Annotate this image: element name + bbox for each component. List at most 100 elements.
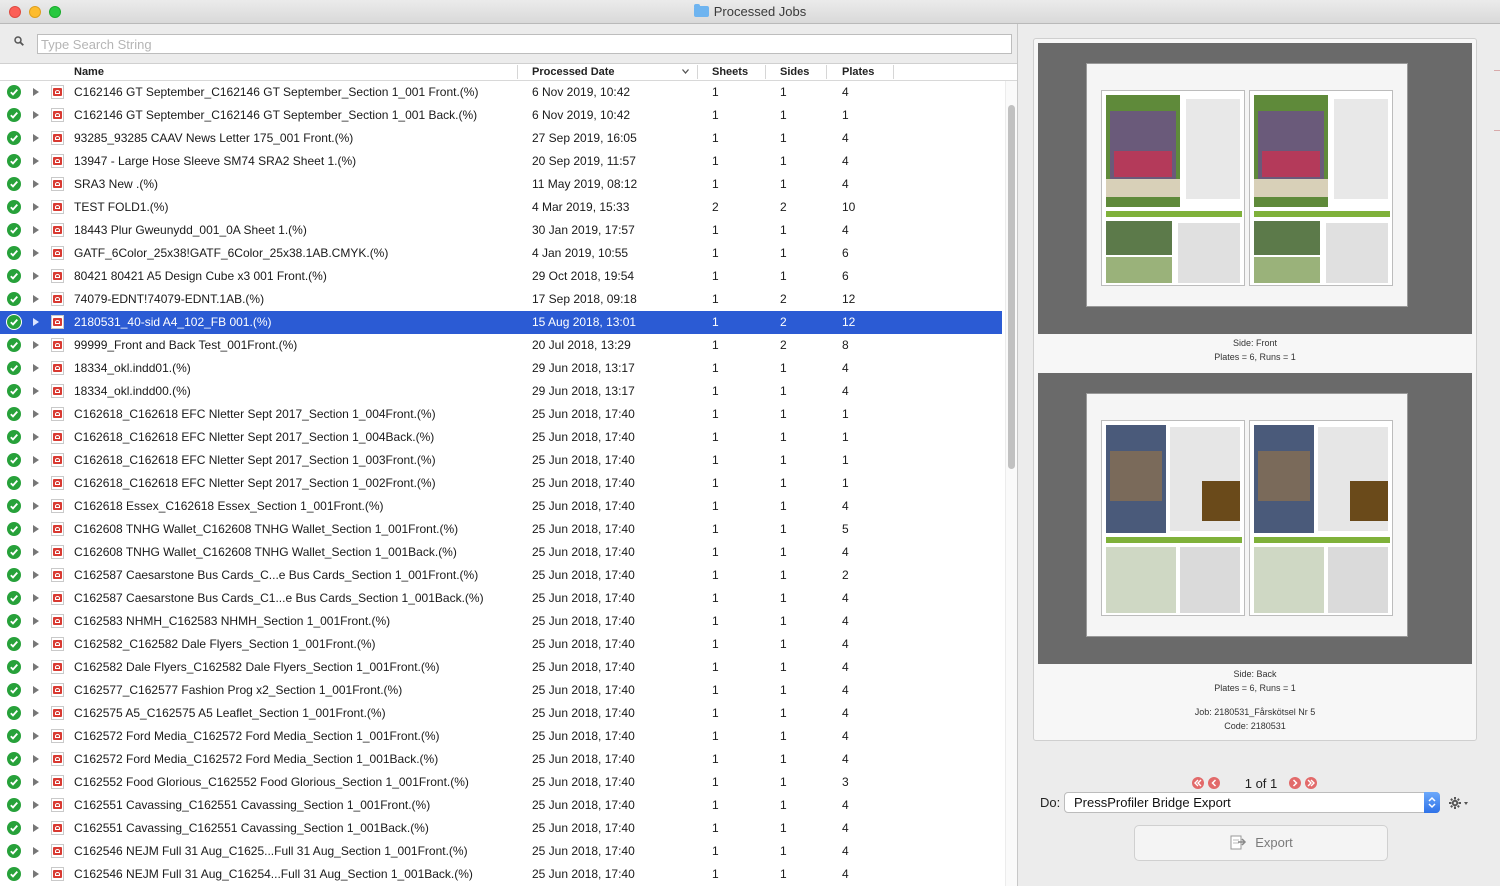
table-row[interactable]: C162618_C162618 EFC Nletter Sept 2017_Se… [0, 426, 1002, 449]
table-row[interactable]: C162608 TNHG Wallet_C162608 TNHG Wallet_… [0, 518, 1002, 541]
disclosure-triangle-icon[interactable] [33, 341, 39, 349]
table-row[interactable]: C162572 Ford Media_C162572 Ford Media_Se… [0, 748, 1002, 771]
table-row[interactable]: 93285_93285 CAAV News Letter 175_001 Fro… [0, 127, 1002, 150]
table-row[interactable]: C162618 Essex_C162618 Essex_Section 1_00… [0, 495, 1002, 518]
scrollbar-thumb[interactable] [1008, 105, 1015, 469]
export-button[interactable]: Export [1134, 825, 1388, 861]
disclosure-triangle-icon[interactable] [33, 686, 39, 694]
column-separator[interactable] [517, 65, 518, 79]
disclosure-triangle-icon[interactable] [33, 525, 39, 533]
column-header-processed-date[interactable]: Processed Date [532, 66, 615, 79]
table-row[interactable]: C162551 Cavassing_C162551 Cavassing_Sect… [0, 794, 1002, 817]
table-row[interactable]: C162146 GT September_C162146 GT Septembe… [0, 104, 1002, 127]
disclosure-triangle-icon[interactable] [33, 732, 39, 740]
disclosure-triangle-icon[interactable] [33, 663, 39, 671]
table-row[interactable]: C162577_C162577 Fashion Prog x2_Section … [0, 679, 1002, 702]
table-row[interactable]: C162582 Dale Flyers_C162582 Dale Flyers_… [0, 656, 1002, 679]
column-header-sides[interactable]: Sides [780, 66, 809, 79]
column-header-name[interactable]: Name [74, 66, 104, 79]
disclosure-triangle-icon[interactable] [33, 295, 39, 303]
table-row[interactable]: C162608 TNHG Wallet_C162608 TNHG Wallet_… [0, 541, 1002, 564]
table-row[interactable]: C162618_C162618 EFC Nletter Sept 2017_Se… [0, 449, 1002, 472]
disclosure-triangle-icon[interactable] [33, 111, 39, 119]
table-row[interactable]: GATF_6Color_25x38!GATF_6Color_25x38.1AB.… [0, 242, 1002, 265]
plates-count: 4 [842, 614, 849, 628]
disclosure-triangle-icon[interactable] [33, 226, 39, 234]
front-sheet-preview[interactable] [1038, 43, 1472, 334]
vertical-scrollbar[interactable] [1005, 81, 1017, 886]
disclosure-triangle-icon[interactable] [33, 502, 39, 510]
disclosure-triangle-icon[interactable] [33, 847, 39, 855]
search-input[interactable] [37, 34, 1012, 54]
table-row[interactable]: C162582_C162582 Dale Flyers_Section 1_00… [0, 633, 1002, 656]
column-separator[interactable] [893, 65, 894, 79]
disclosure-triangle-icon[interactable] [33, 249, 39, 257]
table-row[interactable]: C162618_C162618 EFC Nletter Sept 2017_Se… [0, 472, 1002, 495]
table-row[interactable]: C162587 Caesarstone Bus Cards_C...e Bus … [0, 564, 1002, 587]
table-row[interactable]: 99999_Front and Back Test_001Front.(%) 20… [0, 334, 1002, 357]
table-row[interactable]: SRA3 New .(%) 11 May 2019, 08:12 1 1 4 [0, 173, 1002, 196]
table-row[interactable]: C162618_C162618 EFC Nletter Sept 2017_Se… [0, 403, 1002, 426]
plates-count: 4 [842, 683, 849, 697]
disclosure-triangle-icon[interactable] [33, 778, 39, 786]
gear-icon[interactable] [1448, 796, 1470, 810]
table-row[interactable]: 18334_okl.indd00.(%) 29 Jun 2018, 13:17 1 1… [0, 380, 1002, 403]
table-row[interactable]: 13947 - Large Hose Sleeve SM74 SRA2 Shee… [0, 150, 1002, 173]
previous-page-button[interactable] [1208, 777, 1220, 789]
disclosure-triangle-icon[interactable] [33, 824, 39, 832]
back-sheet-preview[interactable] [1038, 373, 1472, 664]
sort-descending-icon[interactable] [682, 68, 689, 75]
disclosure-triangle-icon[interactable] [33, 571, 39, 579]
table-row[interactable]: TEST FOLD1.(%) 4 Mar 2019, 15:33 2 2 10 [0, 196, 1002, 219]
table-row[interactable]: C162546 NEJM Full 31 Aug_C1625...Full 31… [0, 840, 1002, 863]
table-row[interactable]: 80421 80421 A5 Design Cube x3 001 Front.… [0, 265, 1002, 288]
first-page-button[interactable] [1192, 777, 1204, 789]
pdf-file-icon [51, 315, 64, 329]
pdf-file-icon [51, 407, 64, 421]
table-row[interactable]: C162546 NEJM Full 31 Aug_C16254...Full 3… [0, 863, 1002, 886]
disclosure-triangle-icon[interactable] [33, 387, 39, 395]
disclosure-triangle-icon[interactable] [33, 870, 39, 878]
disclosure-triangle-icon[interactable] [33, 456, 39, 464]
disclosure-triangle-icon[interactable] [33, 548, 39, 556]
select-arrows-icon[interactable] [1424, 792, 1440, 813]
table-row[interactable]: C162587 Caesarstone Bus Cards_C1...e Bus… [0, 587, 1002, 610]
table-row[interactable]: 2180531_40-sid A4_102_FB 001.(%) 15 Aug 2… [0, 311, 1002, 334]
disclosure-triangle-icon[interactable] [33, 433, 39, 441]
disclosure-triangle-icon[interactable] [33, 479, 39, 487]
column-header-sheets[interactable]: Sheets [712, 66, 748, 79]
disclosure-triangle-icon[interactable] [33, 709, 39, 717]
disclosure-triangle-icon[interactable] [33, 157, 39, 165]
table-row[interactable]: C162575 A5_C162575 A5 Leaflet_Section 1_… [0, 702, 1002, 725]
disclosure-triangle-icon[interactable] [33, 203, 39, 211]
table-row[interactable]: C162551 Cavassing_C162551 Cavassing_Sect… [0, 817, 1002, 840]
column-separator[interactable] [765, 65, 766, 79]
table-row[interactable]: C162146 GT September_C162146 GT Septembe… [0, 81, 1002, 104]
sides-count: 1 [780, 522, 787, 536]
disclosure-triangle-icon[interactable] [33, 134, 39, 142]
table-row[interactable]: C162572 Ford Media_C162572 Ford Media_Se… [0, 725, 1002, 748]
disclosure-triangle-icon[interactable] [33, 364, 39, 372]
disclosure-triangle-icon[interactable] [33, 594, 39, 602]
disclosure-triangle-icon[interactable] [33, 272, 39, 280]
disclosure-triangle-icon[interactable] [33, 755, 39, 763]
job-name: 99999_Front and Back Test_001Front.(%) [74, 338, 298, 352]
disclosure-triangle-icon[interactable] [33, 318, 39, 326]
column-separator[interactable] [697, 65, 698, 79]
table-row[interactable]: C162583 NHMH_C162583 NHMH_Section 1_001F… [0, 610, 1002, 633]
disclosure-triangle-icon[interactable] [33, 640, 39, 648]
disclosure-triangle-icon[interactable] [33, 88, 39, 96]
next-page-button[interactable] [1289, 777, 1301, 789]
action-select[interactable]: PressProfiler Bridge Export [1064, 792, 1440, 813]
column-separator[interactable] [826, 65, 827, 79]
table-row[interactable]: 74079-EDNT!74079-EDNT.1AB.(%) 17 Sep 2018… [0, 288, 1002, 311]
table-row[interactable]: 18443 Plur Gweunydd_001_0A Sheet 1.(%) 30… [0, 219, 1002, 242]
last-page-button[interactable] [1305, 777, 1317, 789]
table-row[interactable]: 18334_okl.indd01.(%) 29 Jun 2018, 13:17 1 1… [0, 357, 1002, 380]
disclosure-triangle-icon[interactable] [33, 617, 39, 625]
column-header-plates[interactable]: Plates [842, 66, 874, 79]
disclosure-triangle-icon[interactable] [33, 410, 39, 418]
table-row[interactable]: C162552 Food Glorious_C162552 Food Glori… [0, 771, 1002, 794]
disclosure-triangle-icon[interactable] [33, 801, 39, 809]
disclosure-triangle-icon[interactable] [33, 180, 39, 188]
